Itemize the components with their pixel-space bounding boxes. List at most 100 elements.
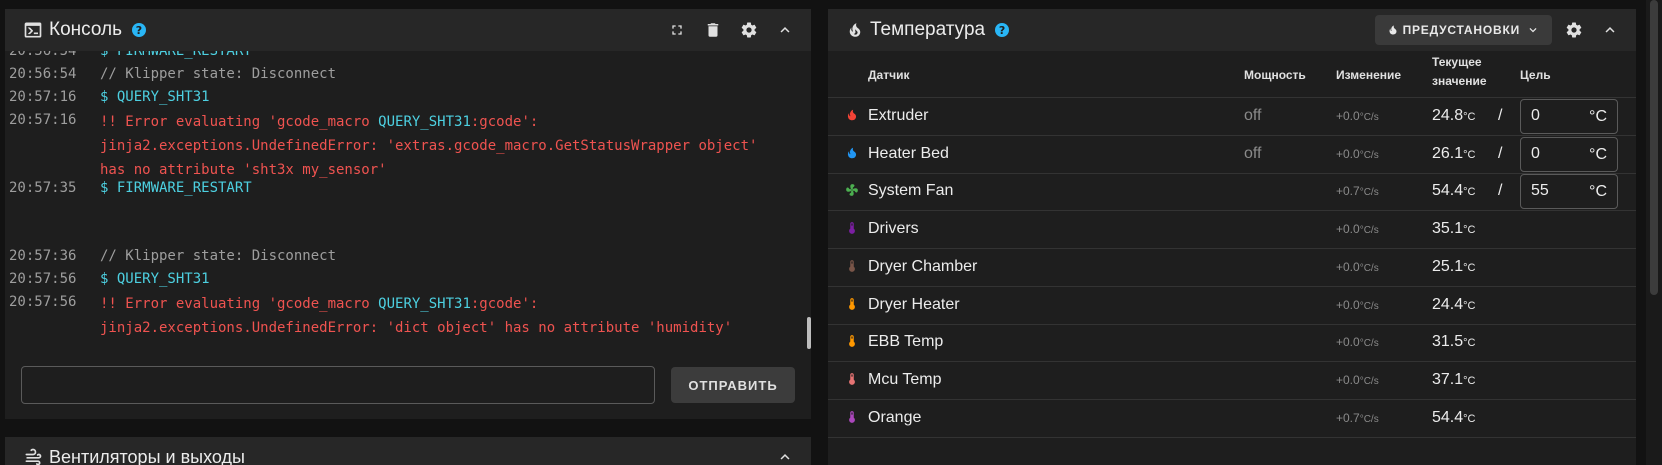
rate-value: +0.7 xyxy=(1336,184,1360,199)
temperature-row[interactable]: System Fan+0.7°C/s54.4°C/°C xyxy=(828,173,1636,212)
current-unit: °C xyxy=(1463,261,1476,274)
send-button[interactable]: ОТПРАВИТЬ xyxy=(671,367,795,403)
rate-unit: °C/s xyxy=(1359,187,1379,199)
sensor-power: off xyxy=(1244,144,1262,162)
rate-value: +0.7 xyxy=(1336,410,1360,425)
presets-label: ПРЕДУСТАНОВКИ xyxy=(1402,23,1520,37)
sensor-rate: +0.0°C/s xyxy=(1336,109,1379,123)
log-time: 20:57:16 xyxy=(9,112,77,128)
sensor-current: 26.1°C xyxy=(1432,145,1475,163)
sensor-power: off xyxy=(1244,107,1262,124)
target-input[interactable] xyxy=(1531,107,1581,125)
sensor-name[interactable]: Dryer Chamber xyxy=(868,258,977,276)
sensor-rate: +0.0°C/s xyxy=(1336,335,1379,349)
temperature-row[interactable]: EBB Temp +0.0°C/s 31.5°C xyxy=(828,324,1636,363)
sensor-name[interactable]: Extruder xyxy=(868,107,928,125)
column-rate[interactable]: Изменение xyxy=(1336,68,1401,82)
help-icon[interactable]: ? xyxy=(995,23,1010,37)
target-field[interactable]: °C xyxy=(1520,174,1618,210)
temperature-row[interactable]: Heater Bed off +0.0°C/s 26.1°C / °C xyxy=(828,136,1636,174)
current-unit: °C xyxy=(1463,299,1476,312)
target-field[interactable]: °C xyxy=(1520,136,1618,172)
temperature-row[interactable]: Mcu Temp +0.0°C/s 37.1°C xyxy=(828,362,1636,400)
thermometer-icon xyxy=(845,296,859,312)
sensor-name[interactable]: Drivers xyxy=(868,220,919,238)
target-field[interactable]: °C xyxy=(1520,99,1618,134)
sensor-rate: +0.0°C/s xyxy=(1336,147,1379,161)
current-unit: °C xyxy=(1463,412,1476,425)
sensor-name[interactable]: Heater Bed xyxy=(868,145,949,163)
sensor-name[interactable]: Mcu Temp xyxy=(868,371,942,389)
current-value: 54.4 xyxy=(1432,408,1464,426)
column-current-line1[interactable]: Текущее xyxy=(1432,55,1482,69)
rate-value: +0.0 xyxy=(1336,146,1360,161)
sensor-name[interactable]: System Fan xyxy=(868,182,953,200)
log-command: $ QUERY_SHT31 xyxy=(100,271,210,287)
gear-icon[interactable] xyxy=(731,12,767,48)
fire-icon xyxy=(846,20,864,40)
log-command: $ QUERY_SHT31 xyxy=(100,89,210,105)
rate-unit: °C/s xyxy=(1359,149,1379,161)
chevron-up-icon[interactable] xyxy=(1592,12,1628,48)
target-input[interactable] xyxy=(1531,144,1581,163)
sensor-current: 24.4°C xyxy=(1432,296,1475,314)
rate-value: +0.0 xyxy=(1336,222,1360,237)
console-title: Консоль xyxy=(49,19,122,40)
fan-outputs-icon xyxy=(23,447,43,465)
column-target[interactable]: Цель xyxy=(1520,68,1551,82)
temperature-row[interactable]: Extruderoff+0.0°C/s24.8°C/°C xyxy=(828,98,1636,136)
column-power[interactable]: Мощность xyxy=(1244,68,1306,82)
fans-header: Вентиляторы и выходы xyxy=(5,437,811,465)
sensor-name[interactable]: Dryer Heater xyxy=(868,296,960,314)
column-current-line2[interactable]: значение xyxy=(1432,74,1487,88)
page-scrollbar-thumb[interactable] xyxy=(1650,0,1658,295)
column-sensor[interactable]: Датчик xyxy=(868,68,909,82)
current-value: 25.1 xyxy=(1432,257,1464,275)
console-log[interactable]: 20:56:54 $ FIRMWARE_RESTART 20:56:54 // … xyxy=(5,51,811,359)
rate-value: +0.0 xyxy=(1336,372,1360,387)
log-error: !! Error evaluating 'gcode_macro QUERY_S… xyxy=(100,110,803,182)
rate-value: +0.0 xyxy=(1336,259,1360,274)
temperature-row[interactable]: Dryer Chamber +0.0°C/s 25.1°C xyxy=(828,249,1636,287)
trash-icon[interactable] xyxy=(695,12,731,48)
current-value: 35.1 xyxy=(1432,220,1464,238)
thermometer-icon xyxy=(845,258,859,274)
chevron-up-icon[interactable] xyxy=(767,12,803,48)
sensor-name[interactable]: Orange xyxy=(868,409,921,427)
target-input[interactable] xyxy=(1531,182,1581,201)
rate-value: +0.0 xyxy=(1336,297,1360,312)
sensor-rate: +0.7°C/s xyxy=(1336,411,1379,425)
fire-icon xyxy=(845,107,859,123)
temperature-row[interactable]: Drivers +0.0°C/s 35.1°C xyxy=(828,211,1636,250)
fans-title: Вентиляторы и выходы xyxy=(49,446,245,465)
page-scrollbar[interactable] xyxy=(1646,0,1662,465)
console-scrollbar[interactable] xyxy=(807,317,811,349)
temperature-row[interactable]: Dryer Heater +0.0°C/s 24.4°C xyxy=(828,287,1636,325)
target-unit: °C xyxy=(1589,108,1607,125)
temperature-table-header: Датчик Мощность Изменение Текущее значен… xyxy=(828,51,1636,98)
presets-button[interactable]: ПРЕДУСТАНОВКИ xyxy=(1374,15,1552,45)
fullscreen-icon[interactable] xyxy=(659,12,695,48)
console-panel: Консоль ? 20:56:54 $ FIRMWARE_RESTART 20… xyxy=(5,9,811,419)
rate-unit: °C/s xyxy=(1359,375,1379,387)
current-unit: °C xyxy=(1463,374,1476,387)
rate-unit: °C/s xyxy=(1359,300,1379,312)
chevron-down-icon xyxy=(1526,23,1540,37)
temperature-header: Температура ? ПРЕДУСТАНОВКИ xyxy=(828,9,1636,51)
sensor-name[interactable]: EBB Temp xyxy=(868,333,943,351)
gear-icon[interactable] xyxy=(1556,12,1592,48)
macro-name: QUERY_SHT31 xyxy=(378,296,471,312)
sensor-rate: +0.0°C/s xyxy=(1336,260,1379,274)
help-icon[interactable]: ? xyxy=(131,23,146,37)
rate-value: +0.0 xyxy=(1336,109,1360,123)
sensor-rate: +0.7°C/s xyxy=(1336,184,1379,198)
temperature-row[interactable]: Orange +0.7°C/s 54.4°C xyxy=(828,400,1636,438)
thermometer-icon xyxy=(845,371,859,387)
console-icon xyxy=(23,20,43,40)
current-unit: °C xyxy=(1463,186,1476,199)
chevron-up-icon[interactable] xyxy=(767,439,803,465)
target-separator: / xyxy=(1498,107,1503,124)
thermometer-icon xyxy=(845,220,859,236)
console-command-input[interactable] xyxy=(21,366,655,404)
target-separator: / xyxy=(1498,144,1503,162)
